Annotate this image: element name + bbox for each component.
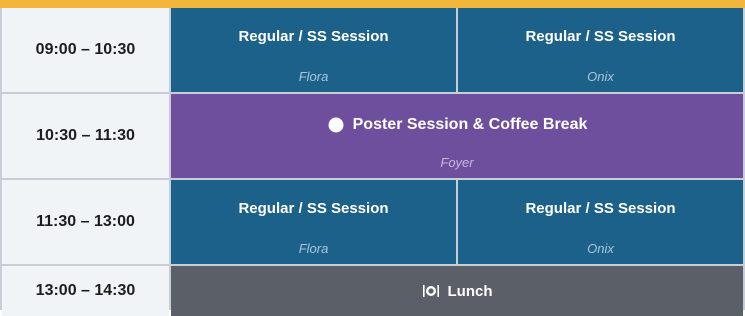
session-title: Poster Session & Coffee Break [352,116,588,133]
session-room: Onix [587,241,614,256]
session-title: Regular / SS Session [238,200,389,217]
accent-bar [0,0,745,8]
session-room: Foyer [440,155,474,170]
session-title: Lunch [447,282,493,300]
session-title-row: Lunch [422,283,493,300]
session-room: Flora [298,69,329,84]
coffee-icon [327,116,345,134]
session-title: Regular / SS Session [238,28,389,45]
session-title: Regular / SS Session [525,200,676,217]
session-title-row: Poster Session & Coffee Break [327,116,588,134]
schedule-table: 09:00 – 10:30 Regular / SS Session Flora… [0,8,745,316]
time-slot-2: 10:30 – 11:30 [2,94,169,178]
lunch-icon [422,284,440,298]
session-room: Flora [298,241,329,256]
session-title: Regular / SS Session [525,28,676,45]
session-cell-3-onix[interactable]: Regular / SS Session Onix [458,180,743,264]
time-slot-3: 11:30 – 13:00 [2,180,169,264]
time-slot-1: 09:00 – 10:30 [2,8,169,92]
time-slot-4: 13:00 – 14:30 [2,266,169,316]
session-cell-3-flora[interactable]: Regular / SS Session Flora [171,180,456,264]
session-cell-poster[interactable]: Poster Session & Coffee Break Foyer [171,94,743,178]
session-room: Onix [587,69,614,84]
session-cell-1-onix[interactable]: Regular / SS Session Onix [458,8,743,92]
session-cell-1-flora[interactable]: Regular / SS Session Flora [171,8,456,92]
session-cell-lunch[interactable]: Lunch [171,266,743,316]
